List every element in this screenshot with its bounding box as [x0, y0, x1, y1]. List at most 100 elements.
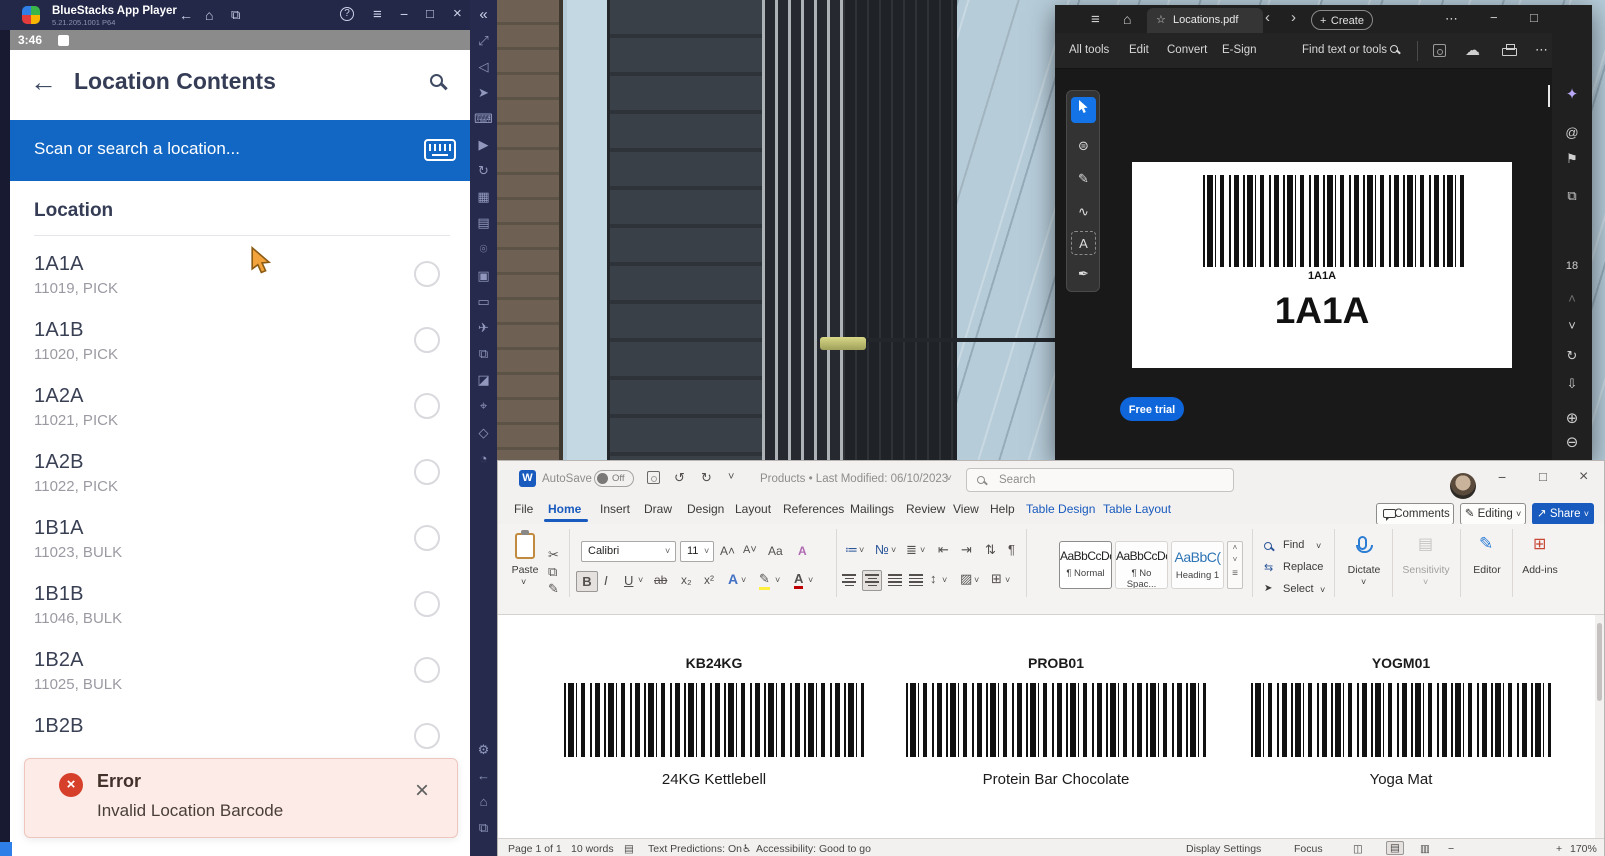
tab-file[interactable]: File: [514, 502, 533, 516]
acrobat-maximize-icon[interactable]: □: [1530, 10, 1538, 25]
tab-view[interactable]: View: [953, 502, 979, 516]
zoom-in-control[interactable]: +: [1556, 843, 1562, 855]
highlight-caret-icon[interactable]: ˅: [775, 575, 780, 585]
sidebar-macro-icon[interactable]: ▦: [470, 190, 497, 204]
all-tools-menu[interactable]: All tools: [1069, 44, 1109, 56]
maximize-icon[interactable]: □: [426, 6, 434, 21]
word-maximize-icon[interactable]: □: [1539, 469, 1547, 484]
numbering-caret-icon[interactable]: ˅: [891, 545, 896, 555]
share-button[interactable]: ↗ Share ˅: [1532, 503, 1594, 525]
minimize-icon[interactable]: −: [400, 6, 408, 22]
numbering-button[interactable]: №: [875, 542, 889, 557]
document-tab[interactable]: ☆ Locations.pdf: [1147, 8, 1263, 33]
find-label[interactable]: Find text or tools: [1302, 44, 1387, 56]
zoom-level[interactable]: 170%: [1570, 843, 1597, 855]
fit-page-icon[interactable]: ⇩: [1552, 376, 1592, 392]
font-size-select[interactable]: 11 ˅: [680, 541, 714, 562]
web-layout-icon[interactable]: ▥: [1420, 843, 1430, 855]
tab-mailings[interactable]: Mailings: [850, 502, 894, 516]
addins-button[interactable]: ⊞ Add-ins: [1517, 534, 1563, 594]
borders-button[interactable]: ⊞: [991, 571, 1002, 587]
cloud-upload-icon[interactable]: ☁: [1465, 41, 1480, 59]
page-down-icon[interactable]: ˅: [1552, 318, 1592, 333]
decrease-indent-button[interactable]: ⇤: [938, 542, 949, 558]
page-indicator[interactable]: Page 1 of 1: [508, 843, 562, 855]
acrobat-home-icon[interactable]: ⌂: [1123, 11, 1131, 27]
sidebar-eraser-icon[interactable]: ◪: [470, 373, 497, 387]
styles-gallery-scroll[interactable]: ˄ ˅ ≡: [1227, 541, 1243, 589]
sidebar-layers-icon[interactable]: ◇: [470, 426, 497, 440]
align-left-button[interactable]: [841, 572, 857, 586]
document-scrollbar[interactable]: [1595, 615, 1604, 838]
scrollbar-thumb[interactable]: [1597, 623, 1602, 701]
sidebar-home-icon[interactable]: ⌂: [470, 795, 497, 809]
shading-caret-icon[interactable]: ˅: [974, 575, 979, 585]
tab-help[interactable]: Help: [990, 502, 1015, 516]
radio-button[interactable]: [414, 261, 440, 287]
radio-button[interactable]: [414, 591, 440, 617]
document-title[interactable]: Products • Last Modified: 06/10/2023: [760, 473, 948, 485]
keyboard-icon[interactable]: [424, 139, 456, 161]
sidebar-settings-icon[interactable]: ⚙: [470, 743, 497, 757]
multilevel-caret-icon[interactable]: ˅: [920, 545, 925, 555]
text-effects-caret-icon[interactable]: ˅: [741, 575, 746, 585]
style-heading1[interactable]: AaBbC( Heading 1: [1171, 541, 1224, 589]
sidebar-location-icon[interactable]: ⌖: [470, 399, 497, 413]
free-trial-button[interactable]: Free trial: [1120, 397, 1184, 421]
sidebar-script-icon[interactable]: ▤: [470, 216, 497, 230]
select-tool[interactable]: [1071, 97, 1096, 123]
word-search-box[interactable]: Search: [966, 468, 1234, 492]
save-icon[interactable]: [1433, 44, 1446, 57]
pdf-scrollbar[interactable]: [1548, 85, 1550, 107]
rotate-page-icon[interactable]: ↻: [1552, 348, 1592, 364]
tab-home[interactable]: Home: [548, 502, 581, 516]
comments-button[interactable]: Comments: [1376, 503, 1454, 525]
strikethrough-button[interactable]: ab: [654, 573, 667, 587]
menu-icon[interactable]: ≡: [373, 6, 382, 23]
tab-table-layout[interactable]: Table Layout: [1103, 502, 1171, 516]
word-document[interactable]: KB24KG 24KG Kettlebell PROB01 Protein Ba…: [498, 615, 1595, 838]
toast-close-icon[interactable]: ×: [415, 777, 429, 805]
dictate-button[interactable]: Dictate ˅: [1341, 534, 1387, 594]
underline-caret-icon[interactable]: ˅: [638, 575, 643, 585]
text-effects-button[interactable]: A: [728, 571, 738, 587]
editor-button[interactable]: ✎ Editor: [1466, 534, 1508, 594]
draw-tool[interactable]: ∿: [1071, 199, 1096, 225]
radio-button[interactable]: [414, 393, 440, 419]
close-icon[interactable]: ×: [453, 5, 462, 22]
word-minimize-icon[interactable]: −: [1498, 469, 1506, 485]
multilevel-list-button[interactable]: ≣: [906, 542, 917, 558]
select-button[interactable]: Select: [1283, 583, 1314, 595]
zoom-out-icon[interactable]: ⊖: [1552, 433, 1592, 451]
edit-text-tool[interactable]: A: [1071, 231, 1096, 255]
display-settings[interactable]: Display Settings: [1186, 843, 1261, 855]
find-caret-icon[interactable]: ˅: [1316, 541, 1321, 551]
quick-access-caret-icon[interactable]: ˅: [728, 471, 734, 483]
read-mode-icon[interactable]: ◫: [1353, 843, 1363, 855]
show-marks-button[interactable]: ¶: [1008, 542, 1015, 557]
clear-format-button[interactable]: A: [798, 544, 807, 558]
align-center-button[interactable]: [862, 570, 882, 591]
radio-button[interactable]: [414, 327, 440, 353]
replace-button[interactable]: Replace: [1283, 561, 1323, 573]
gallery-more-icon[interactable]: ≡: [1228, 566, 1242, 582]
multi-window-icon[interactable]: ⧉: [231, 7, 240, 23]
tab-draw[interactable]: Draw: [644, 502, 672, 516]
find-ribbon-icon[interactable]: [1264, 542, 1272, 550]
sidebar-recents-icon[interactable]: ⧉: [470, 821, 497, 835]
tab-layout[interactable]: Layout: [735, 502, 771, 516]
shading-button[interactable]: ▨: [960, 571, 972, 587]
edit-menu[interactable]: Edit: [1129, 44, 1149, 56]
italic-button[interactable]: I: [604, 573, 608, 588]
align-right-button[interactable]: [887, 572, 903, 586]
sidebar-multi-instance-icon[interactable]: ⧉: [470, 347, 497, 361]
tab-table-design[interactable]: Table Design: [1026, 502, 1095, 516]
convert-menu[interactable]: Convert: [1167, 44, 1207, 56]
line-spacing-button[interactable]: ↕: [930, 571, 937, 586]
tab-design[interactable]: Design: [687, 502, 724, 516]
back-icon[interactable]: ←: [179, 7, 193, 23]
home-icon[interactable]: ⌂: [205, 7, 213, 23]
copy-icon[interactable]: ⧉: [548, 564, 557, 580]
redo-icon[interactable]: ↻: [701, 470, 712, 486]
accessibility-status[interactable]: Accessibility: Good to go: [756, 843, 871, 855]
